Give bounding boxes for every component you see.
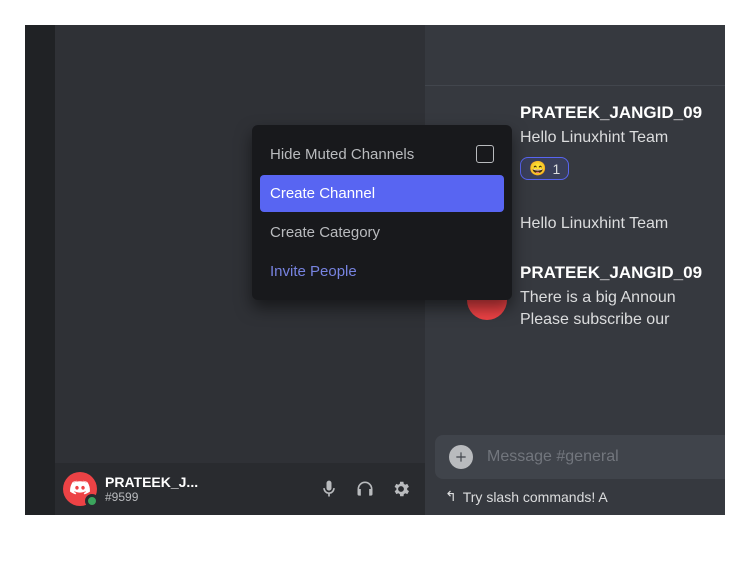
message-2: Hello Linuxhint Team bbox=[520, 213, 668, 235]
slash-hint-text: Try slash commands! A bbox=[463, 489, 608, 505]
composer-placeholder: Message #general bbox=[487, 448, 619, 466]
menu-create-category[interactable]: Create Category bbox=[260, 214, 504, 251]
message-author: PRATEEK_JANGID_09 bbox=[520, 263, 702, 283]
user-panel-controls bbox=[319, 479, 411, 499]
menu-label: Create Category bbox=[270, 224, 380, 241]
menu-hide-muted[interactable]: Hide Muted Channels bbox=[260, 135, 504, 173]
menu-label: Invite People bbox=[270, 263, 357, 280]
message-body-line: Please subscribe our bbox=[520, 309, 702, 331]
attach-button[interactable] bbox=[449, 445, 473, 469]
menu-create-channel[interactable]: Create Channel bbox=[260, 175, 504, 212]
presence-online-indicator bbox=[85, 494, 99, 508]
plus-icon bbox=[454, 450, 468, 464]
message-body: Hello Linuxhint Team bbox=[520, 213, 668, 235]
menu-label: Create Channel bbox=[270, 185, 375, 202]
message-1: PRATEEK_JANGID_09 Hello Linuxhint Team 😄… bbox=[520, 103, 702, 180]
slash-command-hint[interactable]: ↰ Try slash commands! A bbox=[445, 488, 608, 505]
server-rail bbox=[25, 25, 55, 515]
reaction-emoji: 😄 bbox=[529, 160, 546, 177]
menu-label: Hide Muted Channels bbox=[270, 146, 414, 163]
message-body-line: There is a big Announ bbox=[520, 287, 702, 309]
gear-icon[interactable] bbox=[391, 479, 411, 499]
message-body: Hello Linuxhint Team bbox=[520, 127, 702, 149]
user-discriminator: #9599 bbox=[105, 490, 319, 504]
menu-invite-people[interactable]: Invite People bbox=[260, 253, 504, 290]
mic-icon[interactable] bbox=[319, 479, 339, 499]
reaction-count: 1 bbox=[552, 161, 560, 177]
username: PRATEEK_J... bbox=[105, 474, 225, 490]
message-composer[interactable]: Message #general bbox=[435, 435, 725, 479]
return-arrow-icon: ↰ bbox=[445, 488, 457, 505]
headphones-icon[interactable] bbox=[355, 479, 375, 499]
username-block[interactable]: PRATEEK_J... #9599 bbox=[105, 474, 319, 504]
message-3: PRATEEK_JANGID_09 There is a big Announ … bbox=[520, 263, 702, 331]
message-author: PRATEEK_JANGID_09 bbox=[520, 103, 702, 123]
avatar[interactable] bbox=[63, 472, 97, 506]
checkbox-icon bbox=[476, 145, 494, 163]
user-panel: PRATEEK_J... #9599 bbox=[55, 463, 425, 515]
app-frame: PRATEEK_J... #9599 PRATEEK_JANGID_09 Hel… bbox=[25, 25, 725, 515]
message-divider bbox=[425, 85, 725, 86]
reaction-chip[interactable]: 😄 1 bbox=[520, 157, 569, 180]
context-menu: Hide Muted Channels Create Channel Creat… bbox=[252, 125, 512, 300]
